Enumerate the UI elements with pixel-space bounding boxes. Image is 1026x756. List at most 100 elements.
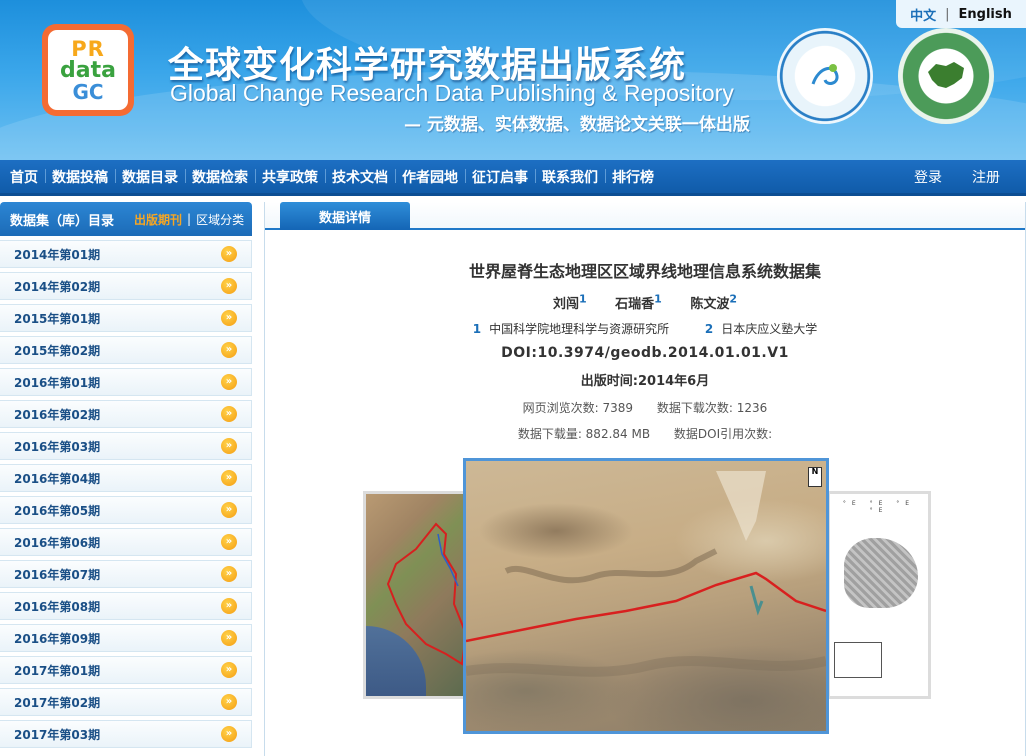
arrow-right-icon: » [221,630,237,646]
sidebar-item-label: 2016年第05期 [14,503,101,518]
lang-chinese-link[interactable]: 中文 [910,5,936,24]
author[interactable]: 刘闯1 [552,293,587,313]
nav-item-author-corner[interactable]: 作者园地 [395,167,465,187]
dataset-doi: DOI:10.3974/geodb.2014.01.01.V1 [501,345,789,361]
download-volume: 数据下载量: 882.84 MB [517,427,651,441]
affiliation-number: 1 [472,322,482,336]
author[interactable]: 陈文波2 [690,293,737,313]
sidebar-item-label: 2016年第08期 [14,599,101,614]
stats-row-2: 数据下载量: 882.84 MB 数据DOI引用次数: [265,425,1025,442]
gallery-thumbnail-right[interactable]: °E °E °E °E [827,491,931,699]
sidebar-item-label: 2016年第03期 [14,439,101,454]
sidebar-item-issue[interactable]: 2015年第02期 » [0,336,252,364]
sidebar-tab-journal-issues[interactable]: 出版期刊 [134,211,182,228]
sidebar-item-issue[interactable]: 2015年第01期 » [0,304,252,332]
lang-separator: | [945,6,950,22]
nav-item-ranking[interactable]: 排行榜 [605,167,661,187]
sidebar-item-label: 2014年第02期 [14,279,101,294]
sidebar-header: 数据集（库）目录 出版期刊 | 区域分类 [0,202,252,236]
sidebar-tab-regions[interactable]: 区域分类 [196,211,244,228]
sidebar-item-label: 2017年第01期 [14,663,101,678]
gallery-thumbnail-left[interactable] [363,491,467,699]
sidebar-item-label: 2016年第04期 [14,471,101,486]
logo-text-gc: GC [72,79,104,104]
sidebar-item-label: 2017年第03期 [14,727,101,742]
sidebar-item-issue[interactable]: 2016年第01期 » [0,368,252,396]
nav-item-tech-docs[interactable]: 技术文档 [325,167,395,187]
stats-row-1: 网页浏览次数: 7389 数据下载次数: 1236 [265,399,1025,416]
arrow-right-icon: » [221,502,237,518]
author-list: 刘闯1 石瑞香1 陈文波2 [265,293,1025,312]
sidebar-item-issue[interactable]: 2016年第06期 » [0,528,252,556]
main-nav: 首页 数据投稿 数据目录 数据检索 共享政策 技术文档 作者园地 征订启事 联系… [0,160,1026,196]
arrow-right-icon: » [221,374,237,390]
nav-item-contact[interactable]: 联系我们 [535,167,605,187]
nav-item-subscription[interactable]: 征订启事 [465,167,535,187]
publish-date: 出版时间:2014年6月 [580,374,710,389]
sidebar-item-issue[interactable]: 2016年第05期 » [0,496,252,524]
download-count: 数据下载次数: 1236 [656,401,768,415]
map-graticule-labels: °E °E °E °E [842,500,916,514]
sidebar-item-label: 2016年第02期 [14,407,101,422]
tab-data-details[interactable]: 数据详情 [280,202,410,230]
doi-citation-count: 数据DOI引用次数: [673,427,773,441]
page-view-count: 网页浏览次数: 7389 [522,401,634,415]
affiliation-number: 2 [704,322,714,336]
sidebar-item-issue[interactable]: 2016年第09期 » [0,624,252,652]
institute-emblem-icon [777,28,873,124]
site-slogan: — 元数据、实体数据、数据论文关联一体出版 [404,115,750,135]
dataset-title: 世界屋脊生态地理区区域界线地理信息系统数据集 [468,262,821,281]
nav-item-submit-data[interactable]: 数据投稿 [45,167,115,187]
sidebar-item-issue[interactable]: 2016年第04期 » [0,464,252,492]
arrow-right-icon: » [221,278,237,294]
sidebar-item-issue[interactable]: 2017年第03期 » [0,720,252,748]
nav-item-home[interactable]: 首页 [3,167,45,187]
author-affiliation-mark: 1 [578,293,587,306]
sidebar-item-label: 2016年第07期 [14,567,101,582]
nav-item-data-search[interactable]: 数据检索 [185,167,255,187]
nav-item-sharing-policy[interactable]: 共享政策 [255,167,325,187]
sidebar-item-label: 2017年第02期 [14,695,101,710]
author-name: 陈文波 [690,297,730,313]
sidebar-item-issue[interactable]: 2017年第01期 » [0,656,252,684]
arrow-right-icon: » [221,662,237,678]
register-link[interactable]: 注册 [972,167,1000,187]
author-name: 刘闯 [552,297,579,313]
author-affiliation-mark: 2 [729,293,738,306]
issue-list: 2014年第01期 » 2014年第02期 » 2015年第01期 » 2015年第0… [0,240,252,748]
arrow-right-icon: » [221,406,237,422]
logo-text-pr: PR [71,36,105,61]
sidebar-item-issue[interactable]: 2016年第03期 » [0,432,252,460]
boundary-map-image [386,522,464,666]
image-gallery: °E °E °E °E N [363,458,931,738]
arrow-right-icon: » [221,438,237,454]
site-title-english: Global Change Research Data Publishing &… [170,80,734,106]
sidebar-item-label: 2016年第06期 [14,535,101,550]
site-logo[interactable]: PR data GC [42,24,134,116]
lang-english-link[interactable]: English [959,7,1012,22]
north-arrow-icon: N [808,467,822,487]
sidebar-item-issue[interactable]: 2016年第07期 » [0,560,252,588]
sidebar-item-issue[interactable]: 2014年第02期 » [0,272,252,300]
arrow-right-icon: » [221,534,237,550]
author[interactable]: 石瑞香1 [615,293,662,312]
catalog-sidebar: 数据集（库）目录 出版期刊 | 区域分类 2014年第01期 » 2014年第02… [0,202,252,756]
sidebar-item-issue[interactable]: 2017年第02期 » [0,688,252,716]
login-link[interactable]: 登录 [914,167,942,187]
gallery-main-image[interactable]: N [463,458,829,734]
detail-tab-bar: 数据详情 [265,202,1025,230]
sidebar-title: 数据集（库）目录 [10,213,115,229]
satellite-boundary-image [466,471,826,677]
logo-text-data: data [60,57,116,83]
map-land-area [844,538,918,608]
sidebar-item-issue[interactable]: 2016年第02期 » [0,400,252,428]
author-affiliation-mark: 1 [654,293,662,306]
arrow-right-icon: » [221,310,237,326]
sidebar-item-issue[interactable]: 2014年第01期 » [0,240,252,268]
arrow-right-icon: » [221,470,237,486]
site-header: 中文 | English PR data GC 全球变化科学研究数据出版系统 G… [0,0,1026,160]
sidebar-item-label: 2014年第01期 [14,247,101,262]
language-switcher: 中文 | English [896,0,1026,28]
sidebar-item-issue[interactable]: 2016年第08期 » [0,592,252,620]
nav-item-data-catalog[interactable]: 数据目录 [115,167,185,187]
